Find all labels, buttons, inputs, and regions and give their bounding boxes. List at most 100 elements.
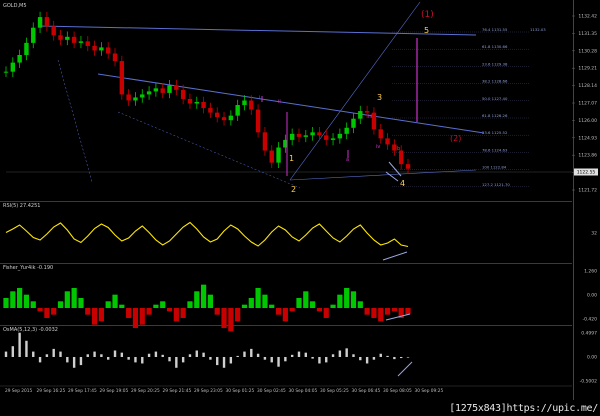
time-tick-label: 30 Sep 05:25	[320, 388, 349, 394]
wave-label-big2: (2)	[450, 134, 462, 143]
fisher-bar	[344, 288, 350, 308]
time-tick-label: 30 Sep 06:45	[352, 388, 381, 394]
osma-bar	[175, 356, 178, 368]
fisher-bar	[269, 304, 275, 308]
candle-body	[126, 94, 131, 101]
fisher-bar	[10, 291, 16, 308]
fisher-bar	[180, 308, 186, 318]
time-tick-label: 30 Sep 02:45	[257, 388, 286, 394]
candle-body	[133, 97, 138, 101]
osma-bar	[195, 350, 198, 357]
candle-body	[160, 88, 165, 93]
fisher-bar	[160, 301, 166, 308]
arrow-main-2	[385, 171, 399, 182]
candle-body	[310, 132, 315, 136]
time-tick-label: 29 Sep 2015	[5, 388, 32, 394]
candle-body	[140, 94, 145, 98]
osma-bar	[32, 351, 35, 357]
fisher-bar	[146, 308, 152, 315]
fisher-bar	[194, 291, 200, 308]
osma-bar	[222, 356, 226, 368]
fisher-bar	[316, 308, 323, 312]
candle-body	[78, 41, 84, 43]
rsi-divergence-arrow	[382, 251, 408, 261]
watermark: [1275x843]https://upic.me/	[449, 403, 598, 414]
fisher-tick-label: 0.00	[587, 293, 597, 299]
osma-bar	[161, 354, 164, 357]
wave-label-1: 1	[289, 154, 295, 163]
candle-body	[235, 105, 240, 116]
osma-bar	[93, 351, 96, 357]
fisher-bar	[330, 304, 336, 308]
time-tick-label: 29 Sep 16:25	[37, 388, 66, 394]
osma-bar	[270, 356, 273, 363]
fisher-bar	[228, 308, 234, 332]
fisher-bar	[282, 308, 288, 322]
fisher-bar	[71, 288, 77, 308]
time-tick-label: 29 Sep 23:05	[194, 388, 223, 394]
lower-line	[289, 169, 477, 181]
rsi-line	[5, 221, 409, 248]
fisher-bar	[262, 294, 268, 308]
osma-bar	[134, 356, 137, 363]
candle-body	[58, 35, 63, 40]
candle-body	[71, 36, 77, 43]
candle-body	[358, 111, 363, 119]
time-tick-label: 30 Sep 01:25	[226, 388, 255, 394]
chart-canvas[interactable]: 1132.421131.351130.281129.211128.141127.…	[0, 0, 600, 416]
osma-bar	[11, 346, 15, 357]
candle-body	[249, 100, 254, 110]
wave-label-iii: iii	[368, 114, 373, 120]
fisher-divergence-arrow	[385, 313, 411, 321]
osma-bar	[18, 332, 21, 357]
fisher-bar	[153, 304, 159, 308]
osma-bar	[141, 356, 144, 364]
candle-body	[187, 98, 193, 104]
fisher-bar	[44, 308, 50, 318]
candle-body	[215, 112, 220, 118]
candle-body	[385, 138, 390, 145]
time-tick-label: 29 Sep 21:45	[163, 388, 192, 394]
osma-bar	[45, 354, 49, 357]
fisher-bar	[323, 308, 329, 318]
fisher-bar	[371, 308, 377, 318]
osma-bar	[188, 354, 192, 357]
osma-bar	[352, 354, 355, 357]
candle-body	[51, 26, 56, 36]
fib-level-label: 61.8 1126.26	[482, 113, 508, 118]
price-tick-label: 1126.00	[578, 118, 597, 124]
time-tick-label: 29 Sep 17:45	[68, 388, 97, 394]
osma-bar	[256, 353, 260, 357]
candle-body	[296, 133, 302, 137]
candle-body	[208, 108, 213, 113]
candle-body	[221, 117, 227, 121]
candle-body	[405, 164, 411, 169]
candle-body	[85, 41, 90, 46]
fisher-bar	[357, 301, 363, 308]
wave-label-i: i	[259, 95, 261, 101]
osma-bar	[72, 356, 76, 368]
osma-bar	[372, 356, 376, 360]
wave-label-a: a	[346, 157, 350, 163]
candle-body	[201, 102, 206, 109]
osma-bar	[359, 356, 362, 361]
candle-body	[92, 45, 97, 51]
time-tick-label: 29 Sep 20:25	[131, 388, 160, 394]
candle-body	[24, 42, 29, 55]
wave-label-iv: iv	[376, 144, 381, 150]
wave-label-5: 5	[424, 26, 430, 35]
fisher-bar	[85, 308, 91, 315]
price-tick-label: 1124.93	[578, 135, 597, 141]
price-tick-label: 1128.14	[578, 83, 597, 89]
price-tick-label: 1123.86	[578, 153, 597, 159]
osma-bar	[277, 356, 280, 367]
osma-bar	[304, 352, 307, 357]
candle-body	[17, 55, 22, 63]
osma-bar	[325, 356, 328, 363]
upper-channel-line	[39, 25, 477, 36]
candle-body	[194, 102, 199, 104]
wave-label-4: 4	[400, 179, 406, 188]
candle-body	[392, 144, 397, 151]
candle-body	[10, 62, 16, 72]
candle-body	[65, 36, 70, 40]
